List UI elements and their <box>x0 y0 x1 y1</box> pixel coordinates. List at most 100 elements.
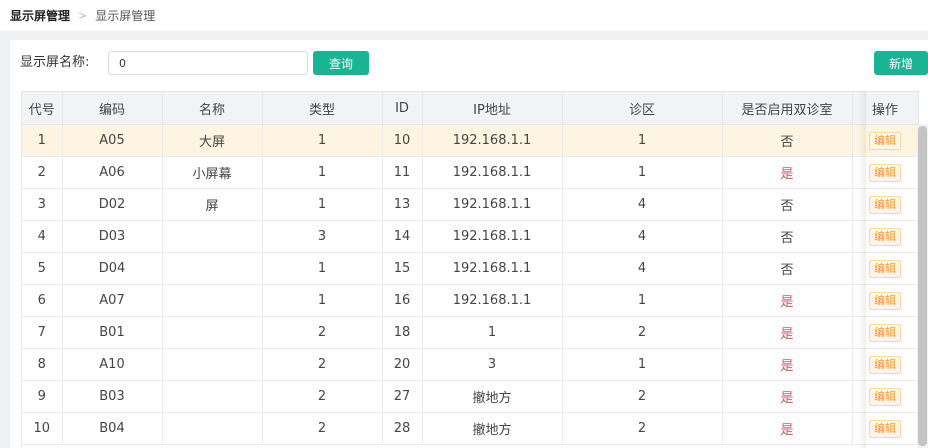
cell-action: 编辑 <box>852 188 919 221</box>
cell-ip: 192.168.1.1 <box>422 156 563 189</box>
cell-id: 27 <box>382 380 423 413</box>
table-row[interactable]: 10 B04 2 28 撤地方 2 是编辑 <box>22 412 919 445</box>
edit-button[interactable]: 编辑 <box>869 291 901 310</box>
cell-ip: 192.168.1.1 <box>422 252 563 285</box>
edit-button[interactable]: 编辑 <box>869 163 901 182</box>
cell-name <box>162 412 263 445</box>
table-row[interactable]: 3 D02 屏 1 13 192.168.1.1 4 否编辑 <box>22 188 919 221</box>
cell-zone: 4 <box>562 188 723 221</box>
table-row[interactable]: 1 A05 大屏 1 10 192.168.1.1 1 否编辑 <box>22 124 919 157</box>
cell-id: 14 <box>382 220 423 253</box>
cell-type: 2 <box>262 412 383 445</box>
display-table: 代号 编码 名称 类型 ID IP地址 诊区 是否启用双诊室 操作 1 A05 大屏 1 10 192.1… <box>21 91 928 448</box>
cell-encode: D03 <box>62 220 163 253</box>
cell-code: 1 <box>22 124 63 157</box>
cell-code: 7 <box>22 316 63 349</box>
breadcrumb-root[interactable]: 显示屏管理 <box>10 7 70 24</box>
cell-ip: 192.168.1.1 <box>422 220 563 253</box>
cell-action: 编辑 <box>852 380 919 413</box>
cell-dual-room: 否 <box>722 252 853 285</box>
cell-code: 6 <box>22 284 63 317</box>
cell-encode: B01 <box>62 316 163 349</box>
cell-name <box>162 284 263 317</box>
cell-encode: B03 <box>62 380 163 413</box>
column-header: 诊区 <box>562 91 723 125</box>
cell-name: 大屏 <box>162 124 263 157</box>
cell-dual-room: 是 <box>722 348 853 381</box>
cell-action: 编辑 <box>852 220 919 253</box>
table-header-row: 代号 编码 名称 类型 ID IP地址 诊区 是否启用双诊室 操作 <box>22 91 919 125</box>
table-row[interactable]: 5 D04 1 15 192.168.1.1 4 否编辑 <box>22 252 919 285</box>
edit-button[interactable]: 编辑 <box>869 195 901 214</box>
cell-action: 编辑 <box>852 348 919 381</box>
column-header: 是否启用双诊室 <box>722 91 853 125</box>
table-row[interactable]: 6 A07 1 16 192.168.1.1 1 是编辑 <box>22 284 919 317</box>
cell-action: 编辑 <box>852 412 919 445</box>
cell-encode: A07 <box>62 284 163 317</box>
cell-type: 1 <box>262 124 383 157</box>
cell-ip: 1 <box>422 316 563 349</box>
cell-name: 小屏幕 <box>162 156 263 189</box>
breadcrumb-current: 显示屏管理 <box>95 9 156 23</box>
edit-button[interactable]: 编辑 <box>869 131 901 150</box>
table-row[interactable]: 4 D03 3 14 192.168.1.1 4 否编辑 <box>22 220 919 253</box>
column-header: 类型 <box>262 91 383 125</box>
cell-name <box>162 316 263 349</box>
cell-encode: D04 <box>62 252 163 285</box>
cell-encode: A06 <box>62 156 163 189</box>
table-row[interactable]: 8 A10 2 20 3 1 是编辑 <box>22 348 919 381</box>
cell-name <box>162 348 263 381</box>
cell-zone: 1 <box>562 156 723 189</box>
cell-code: 4 <box>22 220 63 253</box>
cell-id: 13 <box>382 188 423 221</box>
cell-name <box>162 220 263 253</box>
edit-button[interactable]: 编辑 <box>869 387 901 406</box>
cell-dual-room: 是 <box>722 284 853 317</box>
cell-id: 16 <box>382 284 423 317</box>
table-row[interactable]: 7 B01 2 18 1 2 是编辑 <box>22 316 919 349</box>
cell-type: 2 <box>262 380 383 413</box>
cell-ip: 撤地方 <box>422 412 563 445</box>
cell-dual-room: 是 <box>722 316 853 349</box>
column-header: IP地址 <box>422 91 563 125</box>
scrollbar-thumb[interactable] <box>918 126 927 446</box>
cell-id: 18 <box>382 316 423 349</box>
edit-button[interactable]: 编辑 <box>869 355 901 374</box>
cell-zone: 4 <box>562 252 723 285</box>
table-row[interactable]: 9 B03 2 27 撤地方 2 是编辑 <box>22 380 919 413</box>
cell-dual-room: 是 <box>722 412 853 445</box>
cell-id: 15 <box>382 252 423 285</box>
vertical-scrollbar[interactable] <box>917 124 928 448</box>
cell-type: 1 <box>262 252 383 285</box>
cell-id: 11 <box>382 156 423 189</box>
cell-action: 编辑 <box>852 124 919 157</box>
screen-name-input[interactable] <box>108 51 308 75</box>
cell-encode: A10 <box>62 348 163 381</box>
cell-ip: 192.168.1.1 <box>422 188 563 221</box>
edit-button[interactable]: 编辑 <box>869 419 901 438</box>
query-button[interactable]: 查询 <box>313 51 369 75</box>
cell-ip: 192.168.1.1 <box>422 124 563 157</box>
cell-code: 8 <box>22 348 63 381</box>
column-header: 操作 <box>852 91 919 125</box>
cell-action: 编辑 <box>852 284 919 317</box>
cell-zone: 1 <box>562 284 723 317</box>
cell-zone: 2 <box>562 412 723 445</box>
cell-type: 1 <box>262 284 383 317</box>
cell-dual-room: 是 <box>722 156 853 189</box>
cell-dual-room: 是 <box>722 380 853 413</box>
edit-button[interactable]: 编辑 <box>869 259 901 278</box>
cell-dual-room: 否 <box>722 124 853 157</box>
cell-encode: B04 <box>62 412 163 445</box>
cell-zone: 1 <box>562 124 723 157</box>
cell-ip: 192.168.1.1 <box>422 284 563 317</box>
edit-button[interactable]: 编辑 <box>869 323 901 342</box>
add-button[interactable]: 新增 <box>874 51 928 75</box>
cell-code: 2 <box>22 156 63 189</box>
cell-type: 2 <box>262 348 383 381</box>
edit-button[interactable]: 编辑 <box>869 227 901 246</box>
cell-id: 28 <box>382 412 423 445</box>
cell-ip: 3 <box>422 348 563 381</box>
cell-name <box>162 252 263 285</box>
table-row[interactable]: 2 A06 小屏幕 1 11 192.168.1.1 1 是编辑 <box>22 156 919 189</box>
